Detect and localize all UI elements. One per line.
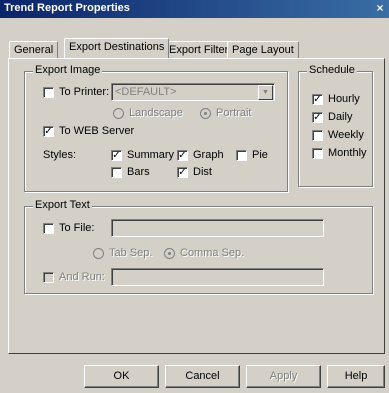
to-web-server-label: To WEB Server — [59, 125, 135, 137]
summary-checkbox[interactable]: ✓ — [111, 150, 122, 161]
to-file-label: To File: — [59, 222, 95, 234]
comma-sep-label: Comma Sep. — [180, 247, 245, 259]
weekly-checkbox[interactable] — [312, 130, 323, 141]
graph-checkbox[interactable]: ✓ — [177, 150, 188, 161]
to-printer-label: To Printer: — [59, 86, 110, 98]
export-image-legend: Export Image — [33, 64, 103, 76]
printer-select-value: <DEFAULT> — [115, 86, 177, 98]
weekly-label: Weekly — [328, 129, 364, 141]
pie-label: Pie — [252, 149, 268, 161]
printer-select[interactable]: <DEFAULT> ▼ — [111, 83, 275, 101]
bars-label: Bars — [127, 166, 150, 178]
schedule-legend: Schedule — [307, 64, 357, 76]
export-text-legend: Export Text — [33, 199, 92, 211]
window-title: Trend Report Properties — [4, 2, 130, 14]
dist-label: Dist — [193, 166, 212, 178]
tab-export-filter[interactable]: Export Filter — [164, 41, 234, 58]
to-file-checkbox[interactable] — [43, 223, 54, 234]
daily-checkbox[interactable]: ✓ — [312, 112, 323, 123]
pie-checkbox[interactable] — [236, 150, 247, 161]
to-file-input[interactable] — [111, 219, 324, 237]
monthly-checkbox[interactable] — [312, 148, 323, 159]
hourly-label: Hourly — [328, 93, 360, 105]
apply-button[interactable]: Apply — [246, 365, 321, 388]
summary-label: Summary — [127, 149, 175, 161]
ok-button[interactable]: OK — [84, 365, 159, 388]
to-web-server-checkbox[interactable]: ✓ — [43, 126, 54, 137]
chevron-down-icon[interactable]: ▼ — [258, 85, 273, 100]
tab-page-layout[interactable]: Page Layout — [227, 41, 299, 58]
monthly-label: Monthly — [328, 147, 367, 159]
and-run-checkbox[interactable] — [43, 272, 54, 283]
tab-general[interactable]: General — [9, 41, 59, 58]
and-run-label: And Run: — [59, 271, 105, 283]
to-printer-checkbox[interactable] — [43, 87, 54, 98]
comma-sep-radio[interactable] — [164, 248, 175, 259]
title-bar: Trend Report Properties × — [0, 0, 389, 18]
daily-label: Daily — [328, 111, 353, 123]
portrait-radio[interactable] — [200, 108, 211, 119]
and-run-input[interactable] — [111, 268, 324, 286]
landscape-radio[interactable] — [113, 108, 124, 119]
dist-checkbox[interactable]: ✓ — [177, 167, 188, 178]
styles-label: Styles: — [43, 149, 77, 161]
close-icon[interactable]: × — [373, 2, 387, 16]
cancel-button[interactable]: Cancel — [165, 365, 240, 388]
hourly-checkbox[interactable]: ✓ — [312, 94, 323, 105]
tab-export-destinations[interactable]: Export Destinations — [64, 38, 170, 58]
tab-sep-radio[interactable] — [93, 248, 104, 259]
tab-sep-label: Tab Sep. — [109, 247, 153, 259]
portrait-label: Portrait — [216, 107, 252, 119]
help-button[interactable]: Help — [327, 365, 385, 388]
graph-label: Graph — [193, 149, 224, 161]
bars-checkbox[interactable] — [111, 167, 122, 178]
landscape-label: Landscape — [129, 107, 183, 119]
